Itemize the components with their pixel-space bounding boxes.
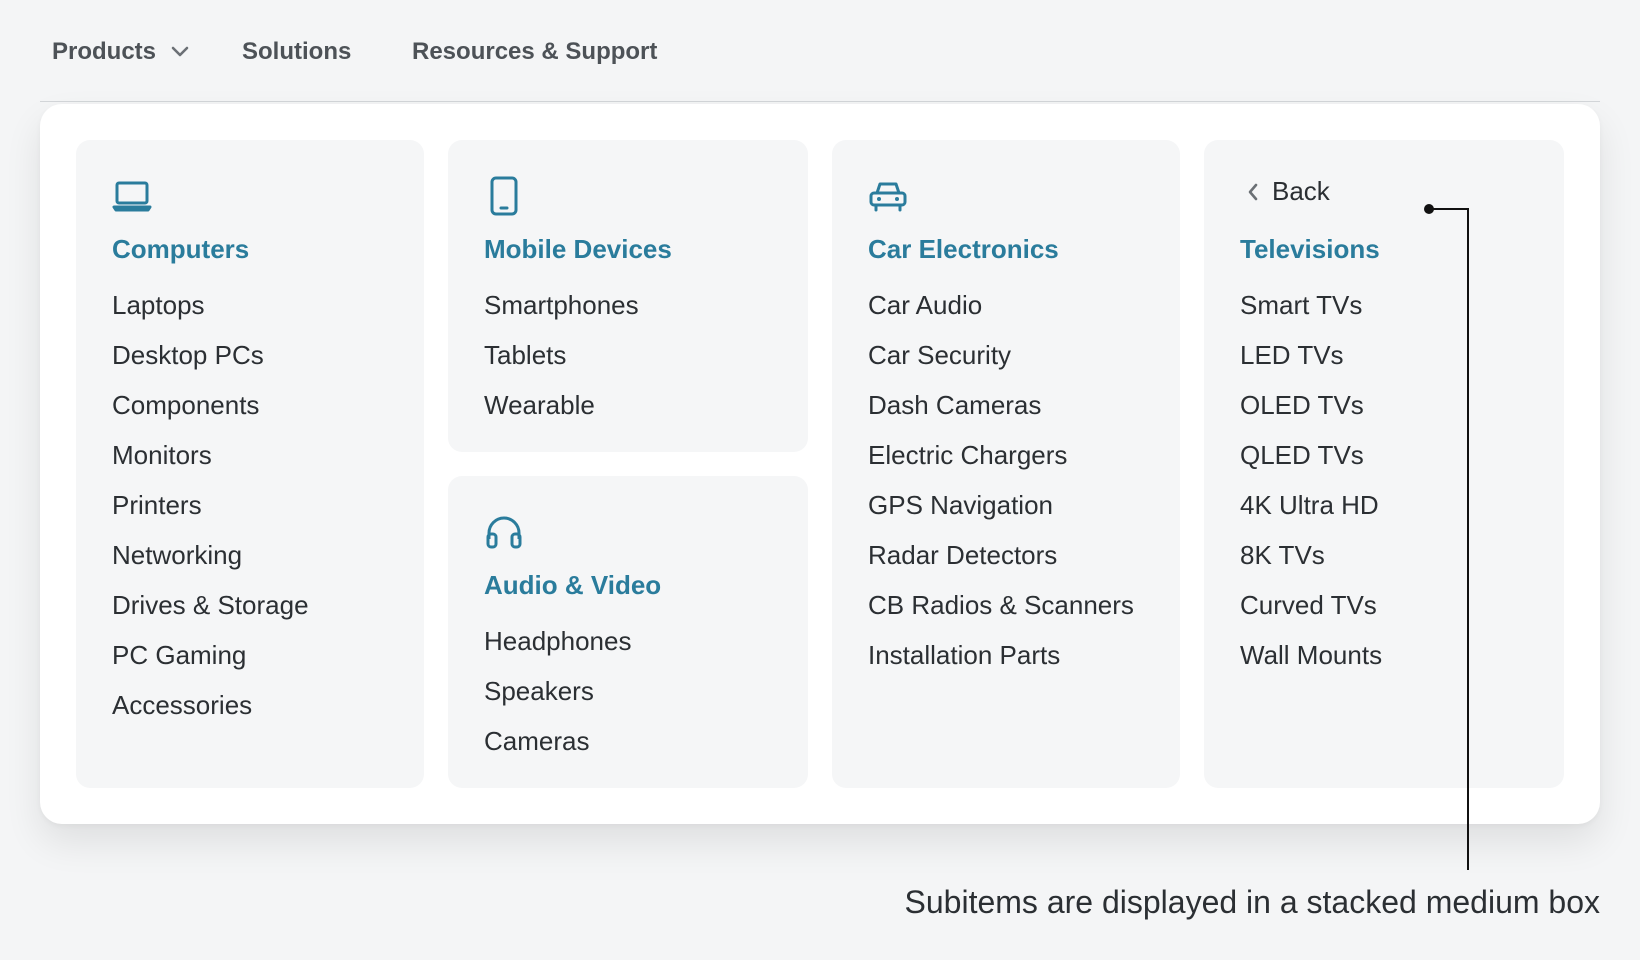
category-audio-video: Audio & Video Headphones Speakers Cameras [448, 476, 808, 788]
category-computers: Computers Laptops Desktop PCs Components Mo… [76, 140, 424, 788]
menu-item[interactable]: CB Radios & Scanners [868, 580, 1134, 630]
category-televisions: Back Televisions Smart TVs LED TVs OLED TV… [1204, 140, 1564, 788]
laptop-icon [112, 176, 152, 216]
menu-item[interactable]: PC Gaming [112, 630, 309, 680]
menu-item[interactable]: Car Audio [868, 280, 1134, 330]
menu-item[interactable]: 4K Ultra HD [1240, 480, 1382, 530]
menu-item[interactable]: GPS Navigation [868, 480, 1134, 530]
menu-item[interactable]: Car Security [868, 330, 1134, 380]
annotation-connector-vertical [1467, 208, 1469, 870]
menu-item[interactable]: Wall Mounts [1240, 630, 1382, 680]
menu-item[interactable]: Smart TVs [1240, 280, 1382, 330]
nav-products[interactable]: Products [52, 38, 190, 66]
menu-item[interactable]: Monitors [112, 430, 309, 480]
computers-list: Laptops Desktop PCs Components Monitors Prin… [112, 280, 309, 730]
menu-item[interactable]: QLED TVs [1240, 430, 1382, 480]
menu-item[interactable]: Speakers [484, 666, 631, 716]
menu-item[interactable]: LED TVs [1240, 330, 1382, 380]
menu-item[interactable]: Radar Detectors [868, 530, 1134, 580]
audio-list: Headphones Speakers Cameras [484, 616, 631, 766]
category-title-car-electronics[interactable]: Car Electronics [868, 234, 1059, 265]
menu-item[interactable]: Accessories [112, 680, 309, 730]
menu-item[interactable]: Dash Cameras [868, 380, 1134, 430]
chevron-left-icon [1240, 179, 1266, 205]
televisions-list: Smart TVs LED TVs OLED TVs QLED TVs 4K Ultra… [1240, 280, 1382, 680]
nav-solutions[interactable]: Solutions [242, 38, 351, 66]
category-title-televisions[interactable]: Televisions [1240, 234, 1380, 265]
category-title-computers[interactable]: Computers [112, 234, 249, 265]
menu-item[interactable]: Networking [112, 530, 309, 580]
category-title-mobile-devices[interactable]: Mobile Devices [484, 234, 672, 265]
top-navigation: Products Solutions Resources & Support [40, 0, 1600, 102]
menu-item[interactable]: Electric Chargers [868, 430, 1134, 480]
menu-item[interactable]: Tablets [484, 330, 639, 380]
nav-resources-label: Resources & Support [412, 38, 658, 65]
category-car-electronics: Car Electronics Car Audio Car Security Das… [832, 140, 1180, 788]
annotation-connector-horizontal [1429, 208, 1469, 210]
menu-item[interactable]: Wearable [484, 380, 639, 430]
back-button[interactable]: Back [1240, 176, 1330, 207]
menu-item[interactable]: Smartphones [484, 280, 639, 330]
menu-item[interactable]: Desktop PCs [112, 330, 309, 380]
menu-item[interactable]: Components [112, 380, 309, 430]
chevron-down-icon [170, 42, 190, 62]
menu-item[interactable]: Cameras [484, 716, 631, 766]
car-icon [868, 176, 908, 216]
menu-item[interactable]: OLED TVs [1240, 380, 1382, 430]
back-label: Back [1272, 176, 1330, 206]
nav-products-label: Products [52, 38, 157, 65]
menu-item[interactable]: Curved TVs [1240, 580, 1382, 630]
tablet-icon [484, 176, 524, 216]
category-mobile-devices: Mobile Devices Smartphones Tablets Wearabl… [448, 140, 808, 452]
mobile-list: Smartphones Tablets Wearable [484, 280, 639, 430]
nav-resources-support[interactable]: Resources & Support [412, 38, 657, 66]
menu-item[interactable]: Laptops [112, 280, 309, 330]
menu-item[interactable]: 8K TVs [1240, 530, 1382, 580]
nav-solutions-label: Solutions [242, 38, 352, 65]
mega-menu-panel: Computers Laptops Desktop PCs Components Mo… [40, 104, 1600, 824]
car-list: Car Audio Car Security Dash Cameras Electri… [868, 280, 1134, 680]
menu-item[interactable]: Printers [112, 480, 309, 530]
menu-item[interactable]: Drives & Storage [112, 580, 309, 630]
category-title-audio-video[interactable]: Audio & Video [484, 570, 661, 601]
menu-item[interactable]: Headphones [484, 616, 631, 666]
menu-item[interactable]: Installation Parts [868, 630, 1134, 680]
annotation-text: Subitems are displayed in a stacked medi… [904, 884, 1600, 920]
headphones-icon [484, 512, 524, 552]
